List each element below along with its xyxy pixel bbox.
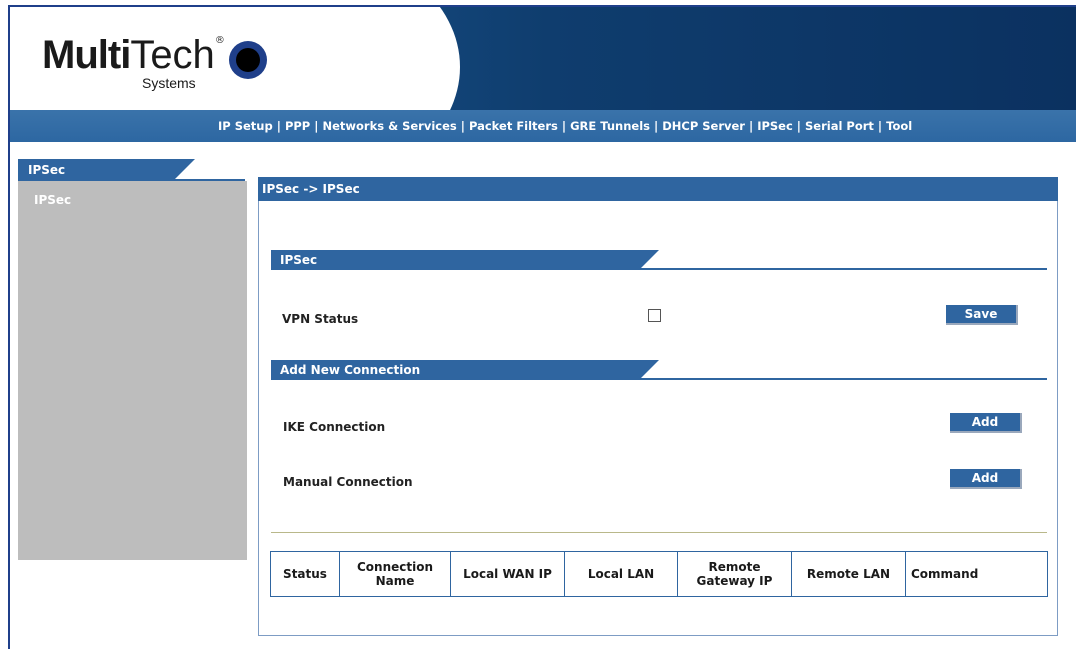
sidebar-tab-notch [173, 159, 195, 181]
nav-item-networks-services[interactable]: Networks & Services [322, 119, 456, 133]
section-notch [639, 360, 659, 380]
nav-separator: | [792, 119, 806, 133]
sidebar-item-ipsec[interactable]: IPSec [34, 193, 71, 207]
nav-item-tool[interactable]: Tool [886, 119, 912, 133]
vpn-status-checkbox[interactable] [648, 309, 661, 322]
nav-item-ipsec[interactable]: IPSec [757, 119, 793, 133]
nav-separator: | [744, 119, 758, 133]
nav-separator: | [310, 119, 323, 133]
registered-mark: ® [214, 35, 225, 46]
section-line [271, 378, 1047, 380]
logo: Multi Tech ® Systems [42, 33, 267, 91]
nav-separator: | [649, 119, 663, 133]
nav-links: IP Setup | PPP | Networks & Services | P… [218, 110, 912, 142]
header: Multi Tech ® Systems [10, 7, 1076, 110]
nav-item-packet-filters[interactable]: Packet Filters [469, 119, 558, 133]
table-header-row: Status Connection Name Local WAN IP Loca… [270, 551, 1048, 597]
column-header: Command [905, 551, 1048, 597]
ike-connection-label: IKE Connection [283, 420, 386, 434]
nav-separator: | [272, 119, 285, 133]
column-header: Status [270, 551, 340, 597]
column-header: Remote Gateway IP [677, 551, 792, 597]
manual-connection-label: Manual Connection [283, 475, 413, 489]
column-header: Connection Name [339, 551, 451, 597]
nav-item-gre-tunnels[interactable]: GRE Tunnels [570, 119, 650, 133]
nav-item-ppp[interactable]: PPP [285, 119, 310, 133]
column-header: Remote LAN [791, 551, 906, 597]
add-manual-connection-button[interactable]: Add [950, 469, 1022, 489]
sidebar-tab: IPSec [18, 159, 173, 181]
nav-item-dhcp-server[interactable]: DHCP Server [662, 119, 745, 133]
section-line [271, 268, 1047, 270]
breadcrumb: IPSec -> IPSec [258, 177, 1058, 201]
logo-circle-icon [228, 41, 267, 79]
column-header: Local WAN IP [450, 551, 565, 597]
connections-table: Status Connection Name Local WAN IP Loca… [270, 551, 1048, 597]
sidebar: IPSec [18, 181, 247, 560]
vpn-status-label: VPN Status [282, 312, 359, 326]
logo-multi-text: Multi [42, 33, 131, 77]
top-nav: IP Setup | PPP | Networks & Services | P… [10, 110, 1076, 142]
sidebar-title: IPSec [28, 163, 66, 177]
divider [271, 532, 1047, 533]
nav-separator: | [873, 119, 887, 133]
logo-systems-text: Systems [142, 75, 196, 91]
nav-separator: | [557, 119, 571, 133]
nav-item-ip-setup[interactable]: IP Setup [218, 119, 273, 133]
section-header-add-connection: Add New Connection [271, 360, 639, 380]
nav-separator: | [456, 119, 469, 133]
save-button[interactable]: Save [946, 305, 1018, 325]
section-notch [639, 250, 659, 270]
section-header-ipsec: IPSec [271, 250, 639, 270]
column-header: Local LAN [564, 551, 678, 597]
add-ike-connection-button[interactable]: Add [950, 413, 1022, 433]
nav-item-serial-port[interactable]: Serial Port [805, 119, 874, 133]
logo-tech-text: Tech [130, 33, 215, 77]
